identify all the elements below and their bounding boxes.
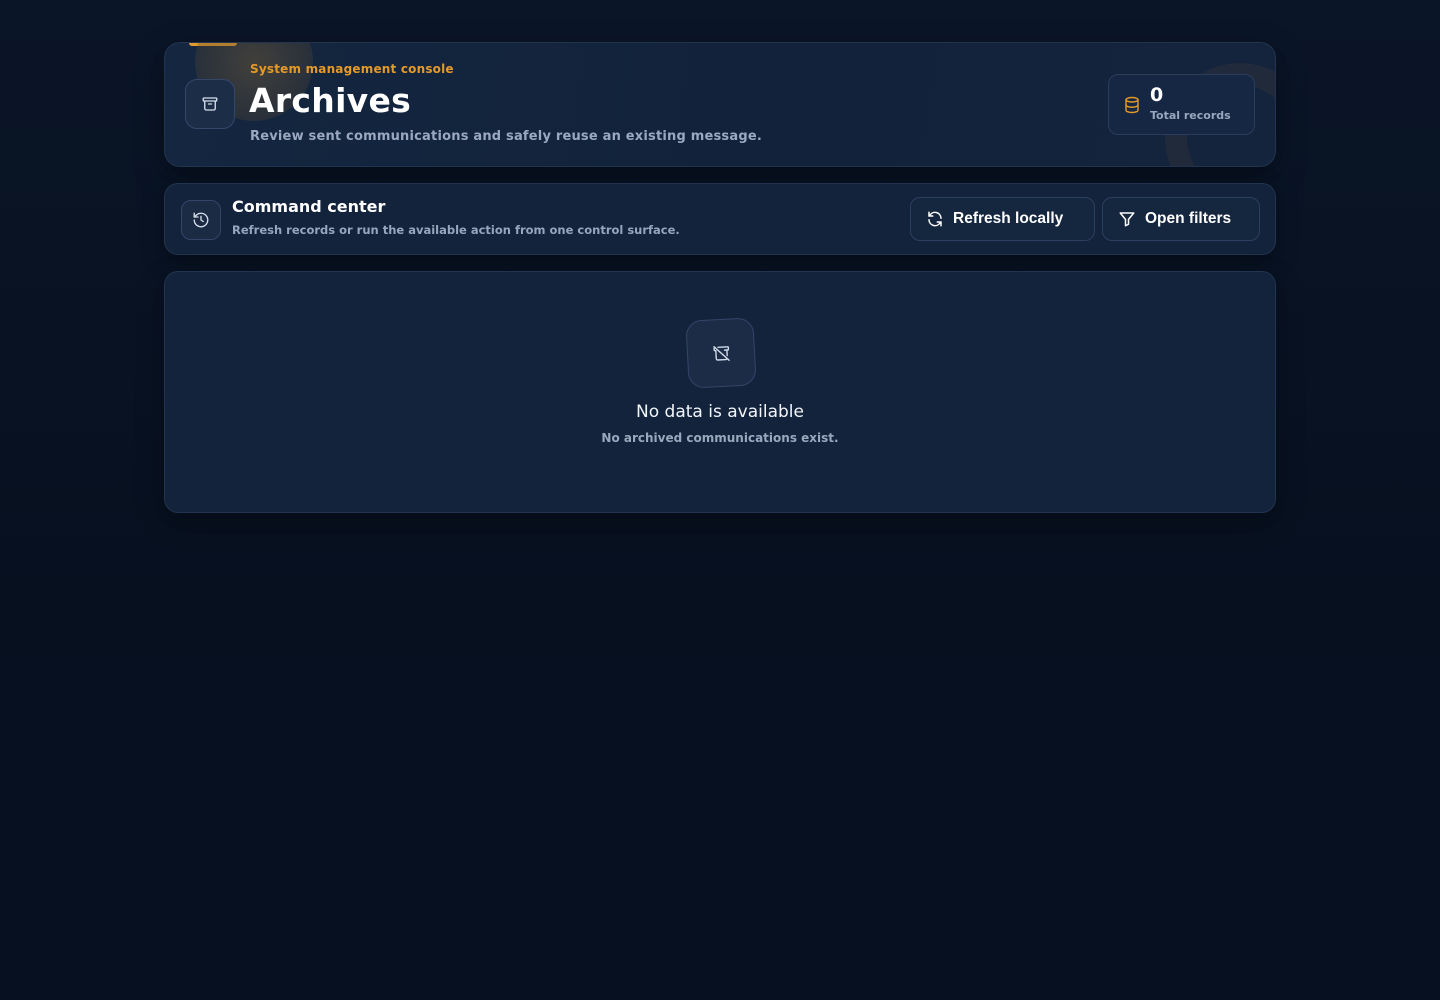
- page-header: System management console Archives Revie…: [164, 42, 1276, 167]
- empty-state-title: No data is available: [636, 402, 804, 422]
- archive-off-icon: [685, 317, 757, 389]
- page-title: Archives: [249, 81, 412, 120]
- archive-icon: [185, 79, 235, 129]
- command-center: Command center Refresh records or run th…: [164, 183, 1276, 255]
- records-panel: No data is available No archived communi…: [164, 271, 1276, 513]
- filter-icon: [1119, 212, 1135, 227]
- total-records-label: Total records: [1150, 109, 1231, 122]
- database-icon: [1125, 96, 1139, 114]
- page-subtitle: Review sent communications and safely re…: [250, 129, 762, 144]
- command-center-subtitle: Refresh records or run the available act…: [232, 223, 680, 237]
- refresh-icon: [928, 211, 942, 227]
- refresh-locally-button[interactable]: Refresh locally: [910, 197, 1095, 241]
- open-filters-button[interactable]: Open filters: [1102, 197, 1260, 241]
- refresh-locally-label: Refresh locally: [953, 210, 1064, 227]
- history-icon: [181, 200, 221, 240]
- empty-state-subtitle: No archived communications exist.: [601, 431, 839, 445]
- total-records-stat: 0 Total records: [1108, 74, 1255, 135]
- command-center-title: Command center: [232, 197, 386, 216]
- open-filters-label: Open filters: [1145, 210, 1232, 227]
- page-eyebrow: System management console: [250, 62, 454, 76]
- total-records-value: 0: [1150, 84, 1164, 106]
